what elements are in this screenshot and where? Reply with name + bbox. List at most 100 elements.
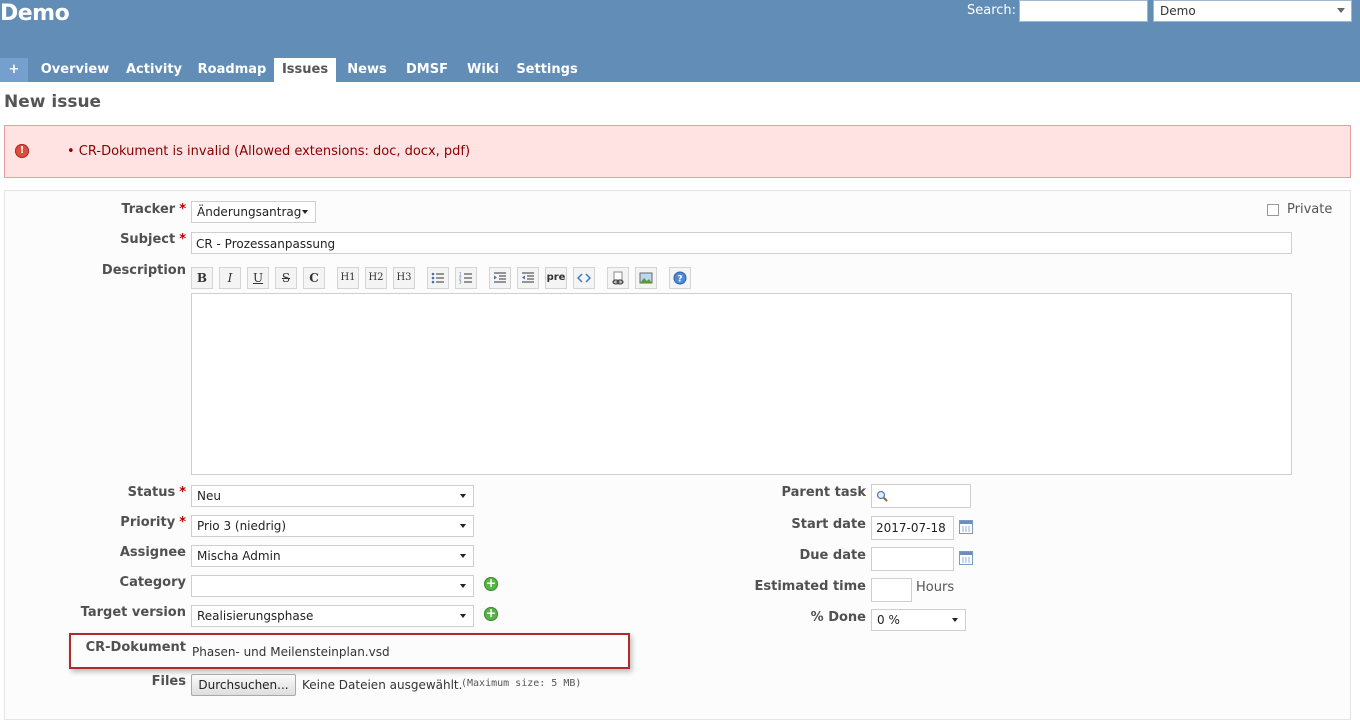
add-category-icon[interactable]: +: [484, 577, 498, 591]
tab-wiki[interactable]: Wiki: [460, 58, 506, 82]
toolbar-h3-button[interactable]: H3: [393, 267, 415, 289]
tab-settings[interactable]: Settings: [510, 58, 584, 82]
done-ratio-value: 0 %: [877, 613, 900, 627]
private-checkbox[interactable]: [1267, 204, 1279, 216]
priority-value: Prio 3 (niedrig): [197, 519, 287, 533]
private-label: Private: [1287, 202, 1333, 217]
tab-news[interactable]: News: [340, 58, 394, 82]
subject-label: Subject *: [120, 232, 186, 247]
done-ratio-label: % Done: [810, 610, 866, 625]
tab-overview[interactable]: Overview: [32, 58, 118, 82]
target-version-value: Realisierungsphase: [197, 609, 314, 623]
code-icon: [576, 273, 592, 283]
svg-text:3: 3: [459, 280, 462, 285]
parent-task-input[interactable]: [871, 484, 971, 508]
category-label: Category: [119, 575, 186, 590]
calendar-icon[interactable]: [959, 520, 973, 534]
chevron-down-icon: [302, 210, 308, 214]
tab-issues[interactable]: Issues: [274, 58, 336, 82]
toolbar-ul-button[interactable]: [427, 267, 449, 289]
status-value: Neu: [197, 489, 221, 503]
toolbar-ol-button[interactable]: 123: [455, 267, 477, 289]
tab-roadmap[interactable]: Roadmap: [192, 58, 272, 82]
toolbar-inline-code-button[interactable]: C: [303, 267, 325, 289]
chevron-down-icon: [460, 554, 466, 558]
page-title: New issue: [4, 92, 102, 112]
priority-label: Priority *: [120, 515, 186, 530]
files-label: Files: [151, 674, 186, 689]
chevron-down-icon: [460, 524, 466, 528]
start-date-label: Start date: [791, 517, 866, 532]
tab-activity[interactable]: Activity: [120, 58, 188, 82]
app-title[interactable]: Demo: [0, 1, 70, 26]
toolbar-h1-button[interactable]: H1: [337, 267, 359, 289]
help-icon: ?: [673, 271, 687, 285]
search-label: Search:: [967, 3, 1017, 18]
error-message: • CR-Dokument is invalid (Allowed extens…: [67, 144, 471, 159]
toolbar-image-button[interactable]: [635, 267, 657, 289]
assignee-select[interactable]: Mischa Admin: [191, 545, 474, 567]
bullet-list-icon: [431, 272, 444, 284]
target-version-select[interactable]: Realisierungsphase: [191, 605, 474, 627]
browse-files-button[interactable]: Durchsuchen...: [191, 674, 296, 696]
image-icon: [639, 272, 653, 284]
link-icon: [612, 271, 624, 285]
toolbar-h2-button[interactable]: H2: [365, 267, 387, 289]
required-marker: *: [179, 515, 186, 530]
cr-document-label: CR-Dokument: [85, 640, 186, 655]
assignee-label: Assignee: [119, 545, 186, 560]
done-ratio-select[interactable]: 0 %: [871, 609, 966, 631]
estimated-time-unit: Hours: [916, 580, 955, 595]
toolbar-italic-button[interactable]: I: [219, 267, 241, 289]
estimated-time-label: Estimated time: [754, 579, 866, 594]
error-explanation: ! • CR-Dokument is invalid (Allowed exte…: [4, 125, 1351, 178]
search-icon: [876, 490, 888, 502]
estimated-time-input[interactable]: [871, 578, 912, 602]
files-status: Keine Dateien ausgewählt.: [302, 678, 463, 692]
tab-new-object[interactable]: +: [0, 58, 28, 82]
due-date-label: Due date: [799, 548, 867, 563]
indent-right-icon: [494, 272, 506, 283]
chevron-down-icon: [460, 494, 466, 498]
toolbar-underline-button[interactable]: U: [247, 267, 269, 289]
calendar-icon[interactable]: [959, 551, 973, 565]
add-version-icon[interactable]: +: [484, 607, 498, 621]
toolbar-strike-button[interactable]: S: [275, 267, 297, 289]
tracker-label: Tracker *: [121, 202, 186, 217]
toolbar-bold-button[interactable]: B: [191, 267, 213, 289]
priority-select[interactable]: Prio 3 (niedrig): [191, 515, 474, 537]
toolbar-indent-left-button[interactable]: [517, 267, 539, 289]
status-select[interactable]: Neu: [191, 485, 474, 507]
numbered-list-icon: 123: [459, 272, 472, 285]
indent-left-icon: [522, 272, 534, 283]
category-select[interactable]: [191, 575, 474, 597]
project-select[interactable]: Demo: [1153, 0, 1352, 22]
chevron-down-icon: [1337, 8, 1345, 13]
required-marker: *: [179, 202, 186, 217]
toolbar-code-button[interactable]: [573, 267, 595, 289]
required-marker: *: [179, 232, 186, 247]
project-select-value: Demo: [1160, 4, 1196, 18]
toolbar-indent-right-button[interactable]: [489, 267, 511, 289]
toolbar-link-button[interactable]: [607, 267, 629, 289]
parent-task-label: Parent task: [781, 485, 866, 500]
search-input[interactable]: [1019, 0, 1148, 22]
tracker-select[interactable]: Änderungsantrag: [191, 201, 316, 223]
header: Demo Search: Demo + Overview Activity Ro…: [0, 0, 1360, 82]
error-icon: !: [15, 144, 29, 158]
files-max-size-hint: (Maximum size: 5 MB): [461, 678, 582, 689]
toolbar-pre-button[interactable]: pre: [545, 267, 567, 289]
tab-dmsf[interactable]: DMSF: [398, 58, 456, 82]
toolbar-help-button[interactable]: ?: [669, 267, 691, 289]
description-textarea[interactable]: [191, 293, 1292, 475]
start-date-input[interactable]: 2017-07-18: [871, 516, 954, 540]
assignee-value: Mischa Admin: [197, 549, 281, 563]
due-date-input[interactable]: [871, 547, 954, 571]
subject-input[interactable]: CR - Prozessanpassung: [191, 232, 1292, 254]
cr-document-value[interactable]: Phasen- und Meilensteinplan.vsd: [192, 645, 390, 659]
target-version-label: Target version: [80, 605, 186, 620]
status-label: Status *: [127, 485, 186, 500]
tracker-value: Änderungsantrag: [197, 205, 302, 219]
required-marker: *: [179, 485, 186, 500]
chevron-down-icon: [460, 614, 466, 618]
